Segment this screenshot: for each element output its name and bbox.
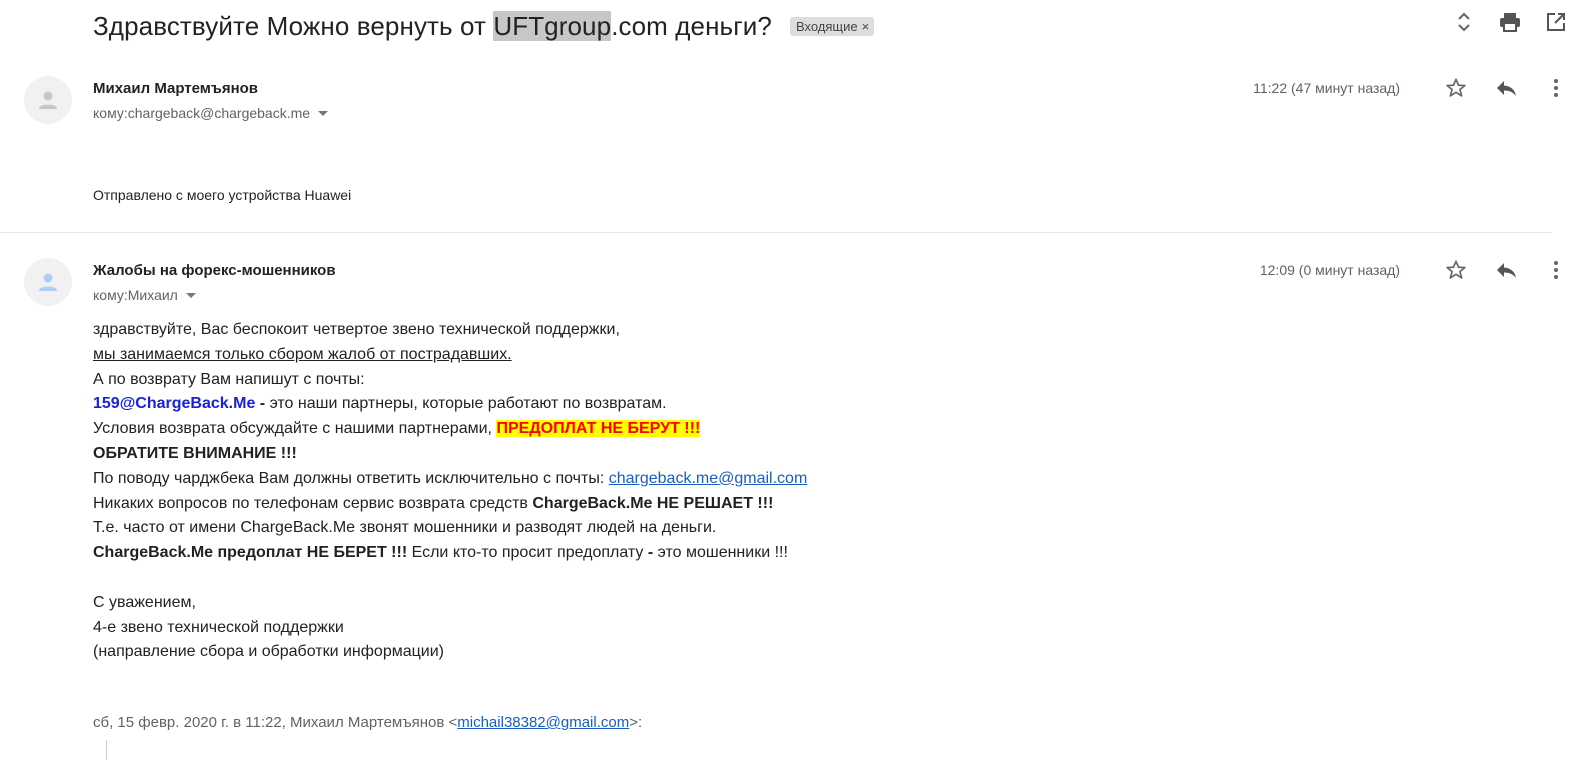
chevron-down-icon[interactable] — [185, 292, 196, 298]
attention-heading: ОБРАТИТЕ ВНИМАНИЕ !!! — [93, 444, 297, 462]
body-text: Условия возврата обсуждайте с нашими пар… — [93, 420, 497, 438]
reply-icon[interactable] — [1494, 76, 1518, 100]
reply-icon[interactable] — [1494, 258, 1518, 282]
expand-collapse-icon[interactable] — [1452, 10, 1476, 34]
chargeback-email-link[interactable]: chargeback.me@gmail.com — [609, 470, 808, 487]
avatar — [24, 76, 72, 124]
dash: - — [255, 395, 270, 413]
warning-highlight: ПРЕДОПЛАТ НЕ БЕРУТ !!! — [496, 420, 701, 438]
body-text: По поводу чарджбека Вам должны ответить … — [93, 469, 609, 487]
more-vert-icon[interactable] — [1544, 76, 1568, 100]
recipient-line: кому: Михаил — [93, 287, 196, 303]
body-line: здравствуйте, Вас беспокоит четвертое зв… — [93, 321, 620, 338]
body-line: ОБРАТИТЕ ВНИМАНИЕ !!! — [93, 442, 807, 467]
open-new-window-icon[interactable] — [1544, 10, 1568, 34]
message-divider — [0, 232, 1552, 233]
body-text: Если кто-то просит предоплату — [407, 544, 648, 562]
to-prefix: кому: — [93, 287, 128, 303]
label-chip-inbox[interactable]: Входящие × — [789, 16, 875, 36]
subject-text-end: .com деньги? — [611, 10, 772, 41]
label-chip-text: Входящие — [795, 18, 858, 34]
avatar — [24, 258, 72, 306]
quoted-text: сб, 15 февр. 2020 г. в 11:22, Михаил Мар… — [93, 714, 458, 731]
body-line: А по возврату Вам напишут с почты: — [93, 370, 365, 388]
subject-text-start: Здравствуйте Можно вернуть от — [93, 10, 494, 41]
body-text: это наши партнеры, которые работают по в… — [269, 395, 667, 413]
bold-text: ChargeBack.Me предоплат НЕ БЕРЕТ !!! — [93, 544, 408, 562]
body-line: С уважением, — [93, 593, 196, 611]
body-line: (направление сбора и обработки информаци… — [93, 643, 444, 661]
body-line: 159@ChargeBack.Me - это наши партнеры, к… — [93, 392, 807, 417]
subject-row: Здравствуйте Можно вернуть от UFTgroup.c… — [93, 6, 875, 46]
avatar-person-icon — [39, 91, 57, 109]
message-actions — [1444, 76, 1568, 100]
sender-name[interactable]: Михаил Мартемъянов — [93, 80, 258, 97]
quoted-email-link[interactable]: michail38382@gmail.com — [457, 714, 629, 731]
recipient-name: Михаил — [127, 287, 178, 303]
remove-label-icon[interactable]: × — [862, 19, 870, 34]
quote-bar — [106, 740, 107, 760]
sender-name[interactable]: Жалобы на форекс-мошенников — [93, 262, 336, 279]
body-text: это мошенники !!! — [653, 544, 788, 562]
star-icon[interactable] — [1444, 76, 1468, 100]
to-prefix: кому: — [93, 105, 128, 121]
body-text: Никаких вопросов по телефонам сервис воз… — [93, 494, 533, 512]
body-line: По поводу чарджбека Вам должны ответить … — [93, 467, 807, 492]
avatar-person-icon — [39, 273, 57, 291]
message-time: 11:22 (47 минут назад) — [1253, 80, 1400, 96]
body-line: Условия возврата обсуждайте с нашими пар… — [93, 417, 807, 442]
body-line: Т.е. часто от имени ChargeBack.Me звонят… — [93, 519, 717, 537]
star-icon[interactable] — [1444, 258, 1468, 282]
recipient-address: chargeback@chargeback.me — [127, 105, 311, 121]
bold-text: ChargeBack.Me НЕ РЕШАЕТ !!! — [532, 494, 774, 512]
chevron-down-icon[interactable] — [318, 110, 329, 116]
print-icon[interactable] — [1498, 10, 1522, 34]
thread-toolbar — [1452, 10, 1568, 34]
more-vert-icon[interactable] — [1544, 258, 1568, 282]
quoted-text: >: — [629, 714, 643, 731]
subject-highlight: UFTgroup — [493, 10, 612, 41]
body-line: Никаких вопросов по телефонам сервис воз… — [93, 492, 807, 517]
message-actions — [1444, 258, 1568, 282]
partner-email: 159@ChargeBack.Me — [93, 395, 256, 413]
message-body: здравствуйте, Вас беспокоит четвертое зв… — [93, 318, 807, 665]
message-signature: Отправлено с моего устройства Huawei — [93, 187, 352, 203]
quoted-header: сб, 15 февр. 2020 г. в 11:22, Михаил Мар… — [93, 714, 642, 731]
email-subject: Здравствуйте Можно вернуть от UFTgroup.c… — [93, 10, 772, 42]
message-time: 12:09 (0 минут назад) — [1259, 262, 1400, 278]
body-line-underlined: мы занимаемся только сбором жалоб от пос… — [93, 345, 512, 363]
body-line: ChargeBack.Me предоплат НЕ БЕРЕТ !!! Есл… — [93, 541, 807, 566]
body-line: 4-е звено технической поддержки — [93, 618, 344, 636]
recipient-line: кому: chargeback@chargeback.me — [93, 105, 329, 121]
